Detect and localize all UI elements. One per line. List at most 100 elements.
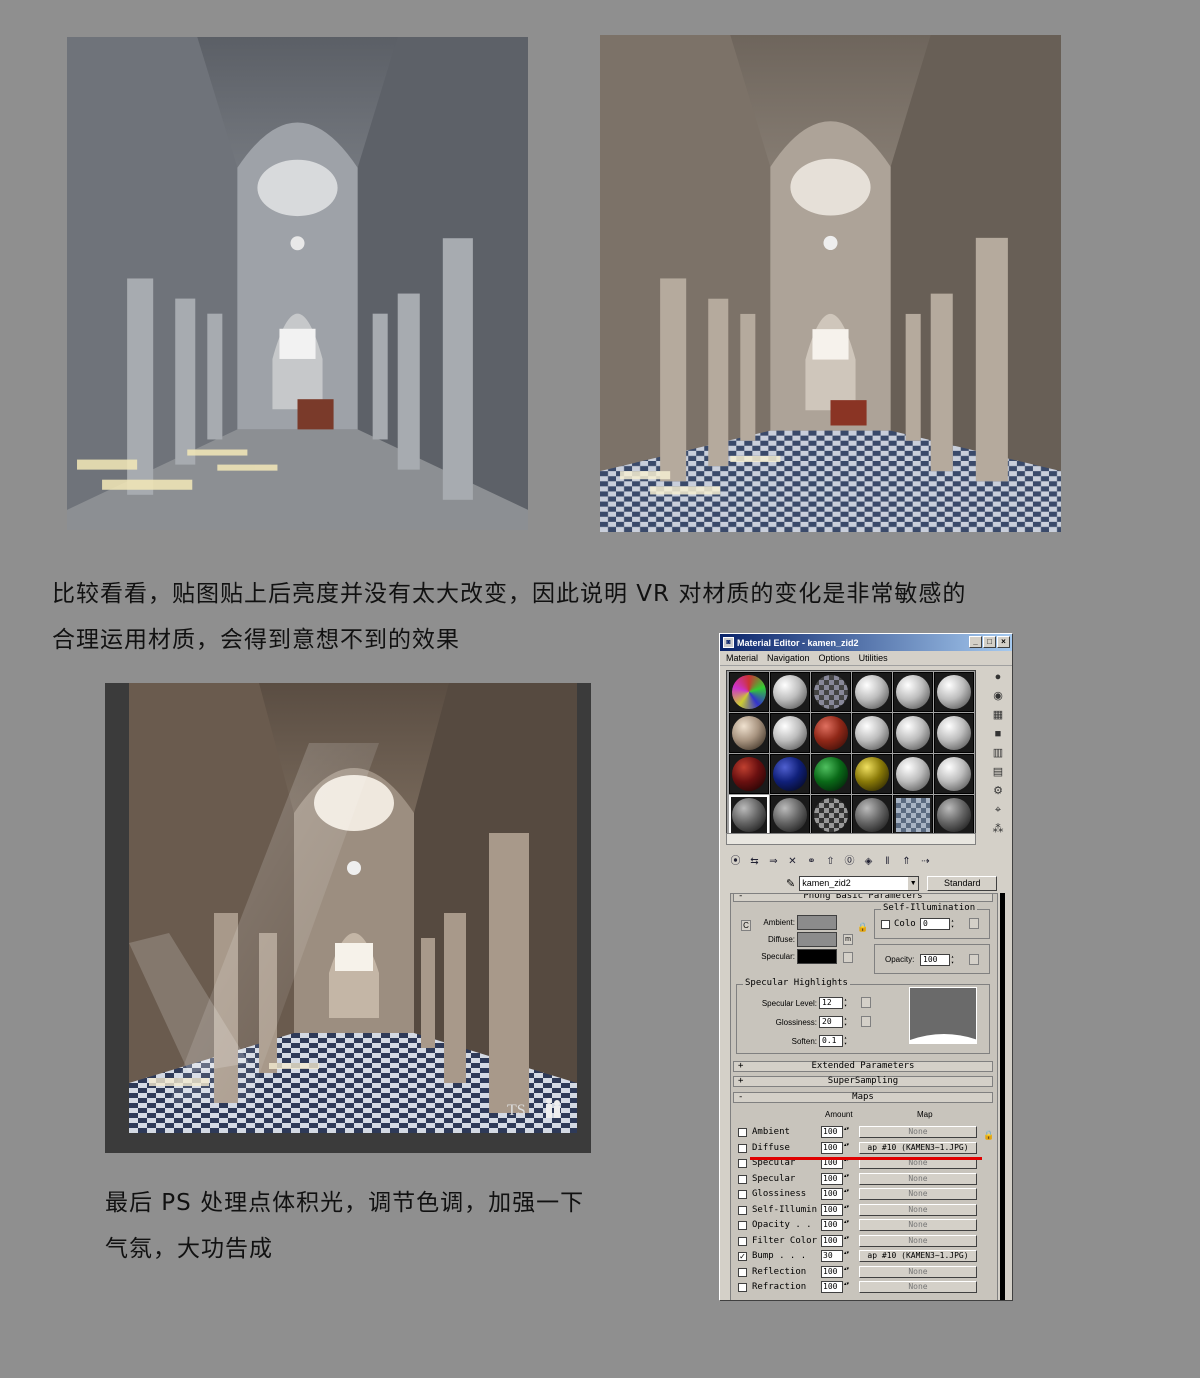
pick-material-icon[interactable]: ✎ [786, 877, 795, 890]
menu-material[interactable]: Material [726, 653, 758, 663]
go-forward-sibling-icon[interactable]: ⇢ [918, 854, 933, 869]
sample-slot[interactable] [893, 672, 933, 712]
video-color-check-icon[interactable]: ▥ [992, 746, 1005, 760]
sample-slot[interactable] [934, 713, 974, 753]
spinner-arrows-icon[interactable]: ▴▾ [844, 1250, 850, 1256]
sample-slot[interactable] [770, 713, 810, 753]
spinner-arrows-icon[interactable]: ▴▾ [844, 1219, 850, 1225]
map-slot-button[interactable]: None [859, 1219, 977, 1231]
map-enable-checkbox[interactable] [738, 1221, 747, 1230]
specular-level-spinner[interactable]: 12 [819, 997, 850, 1009]
rollout-extended-parameters[interactable]: + Extended Parameters [733, 1061, 993, 1072]
map-enable-checkbox[interactable] [738, 1174, 747, 1184]
spinner-arrows-icon[interactable]: ▴▾ [844, 1281, 850, 1287]
sample-slot[interactable] [729, 672, 769, 712]
sample-type-icon[interactable]: ● [992, 670, 1005, 684]
maximize-button[interactable]: □ [983, 636, 996, 648]
diffuse-color-swatch[interactable] [797, 932, 837, 947]
menu-navigation[interactable]: Navigation [767, 653, 810, 663]
ambient-color-swatch[interactable] [797, 915, 837, 930]
opacity-map-button[interactable] [969, 954, 979, 965]
material-editor-titlebar[interactable]: ◙ Material Editor - kamen_zid2 _ □ × [720, 634, 1012, 651]
sample-slot[interactable] [811, 713, 851, 753]
map-slot-button[interactable]: None [859, 1188, 977, 1200]
slots-horizontal-scrollbar[interactable] [726, 833, 976, 845]
put-to-library-icon[interactable]: ⇧ [823, 854, 838, 869]
sample-slot[interactable] [934, 795, 974, 835]
spinner-arrows-icon[interactable]: ▴▾ [844, 1142, 850, 1148]
map-slot-button[interactable]: None [859, 1126, 977, 1138]
map-enable-checkbox[interactable] [738, 1236, 747, 1246]
sample-slot[interactable] [811, 672, 851, 712]
material-effects-channel-icon[interactable]: ⓪ [842, 854, 857, 869]
sample-slot[interactable] [811, 795, 851, 835]
sample-slot[interactable] [934, 672, 974, 712]
map-amount-spinner[interactable]: 100 [821, 1188, 843, 1200]
make-preview-icon[interactable]: ▤ [992, 765, 1005, 779]
go-to-parent-icon[interactable]: ⇑ [899, 854, 914, 869]
map-slot-button[interactable]: ap #10 (KAMEN3~1.JPG) [859, 1141, 977, 1154]
background-checker-icon[interactable]: ▦ [992, 708, 1005, 722]
material-navigator-icon[interactable]: ⁂ [992, 822, 1005, 836]
get-material-icon[interactable]: ⦿ [728, 854, 743, 869]
chevron-down-icon[interactable]: ▼ [908, 877, 919, 890]
spinner-arrows-icon[interactable]: ▴▾ [844, 1204, 850, 1210]
map-amount-spinner[interactable]: 100 [821, 1141, 843, 1154]
map-amount-spinner[interactable]: 100 [821, 1203, 843, 1216]
sample-slot[interactable] [770, 795, 810, 835]
make-unique-icon[interactable]: ⚭ [804, 854, 819, 869]
specular-map-button[interactable] [843, 952, 853, 963]
sample-slot[interactable] [852, 795, 892, 835]
sample-slot[interactable] [770, 672, 810, 712]
reset-map-icon[interactable]: ✕ [785, 854, 800, 869]
map-enable-checkbox[interactable] [738, 1283, 747, 1292]
lock-ambient-diffuse-icon[interactable]: C [741, 920, 751, 931]
glossiness-spinner[interactable]: 20 [819, 1016, 850, 1028]
menu-options[interactable]: Options [819, 653, 850, 663]
put-to-scene-icon[interactable]: ⇆ [747, 854, 762, 869]
backlight-icon[interactable]: ◉ [992, 689, 1005, 703]
map-amount-spinner[interactable]: 100 [821, 1172, 843, 1185]
spinner-arrows-icon[interactable]: ▴▾ [844, 1266, 850, 1272]
spinner-arrows-icon[interactable]: ▴▾ [844, 1188, 850, 1194]
show-end-result-icon[interactable]: ‖ [880, 854, 895, 869]
map-enable-checkbox[interactable]: ✓ [738, 1252, 747, 1261]
spinner-arrows-icon[interactable]: ▴▾ [844, 1173, 850, 1179]
map-slot-button[interactable]: None [859, 1203, 977, 1216]
map-enable-checkbox[interactable] [738, 1205, 747, 1215]
specular-color-swatch[interactable] [797, 949, 837, 964]
select-by-material-icon[interactable]: ⌖ [992, 803, 1005, 817]
map-amount-spinner[interactable]: 100 [821, 1265, 843, 1278]
diffuse-map-button[interactable]: m [843, 934, 853, 945]
sample-slot[interactable] [770, 754, 810, 794]
opacity-spinner[interactable]: 100 [920, 954, 957, 966]
rollout-maps[interactable]: - Maps [733, 1092, 993, 1103]
rollout-phong-basic[interactable]: - Phong Basic Parameters [733, 894, 993, 902]
lock-icon[interactable]: 🔒 [857, 922, 868, 933]
sample-slot[interactable] [852, 754, 892, 794]
sample-slot[interactable] [729, 754, 769, 794]
sample-slot[interactable] [852, 713, 892, 753]
spinner-arrows-icon[interactable]: ▴▾ [844, 1235, 850, 1241]
spinner-arrows-icon[interactable]: ▴▾ [844, 1126, 850, 1132]
show-map-in-viewport-icon[interactable]: ◈ [861, 854, 876, 869]
assign-to-selection-icon[interactable]: ⇒ [766, 854, 781, 869]
map-amount-spinner[interactable]: 100 [821, 1126, 843, 1138]
sample-slot[interactable] [934, 754, 974, 794]
parameters-vertical-scrollbar[interactable] [1000, 893, 1005, 1300]
close-button[interactable]: × [997, 636, 1010, 648]
map-enable-checkbox[interactable] [738, 1128, 747, 1137]
glossiness-map-button[interactable] [861, 1016, 871, 1027]
map-enable-checkbox[interactable] [738, 1267, 747, 1277]
rollout-supersampling[interactable]: + SuperSampling [733, 1076, 993, 1087]
map-amount-spinner[interactable]: 100 [821, 1219, 843, 1231]
sample-slot[interactable] [729, 795, 769, 835]
minimize-button[interactable]: _ [969, 636, 982, 648]
map-amount-spinner[interactable]: 100 [821, 1234, 843, 1247]
material-type-button[interactable]: Standard [927, 876, 998, 891]
sample-slot[interactable] [729, 713, 769, 753]
self-illum-map-button[interactable] [969, 918, 979, 929]
menu-utilities[interactable]: Utilities [859, 653, 888, 663]
map-slot-button[interactable]: None [859, 1234, 977, 1247]
soften-spinner[interactable]: 0.1 [819, 1035, 850, 1047]
